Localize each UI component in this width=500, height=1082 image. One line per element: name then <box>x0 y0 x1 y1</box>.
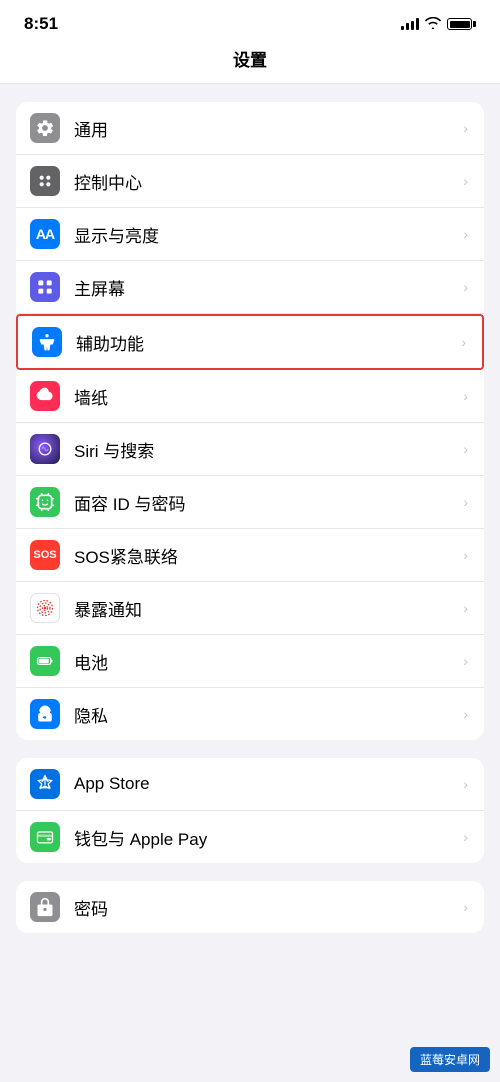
display-chevron: › <box>463 226 468 242</box>
control-center-icon <box>30 166 60 196</box>
password-chevron: › <box>463 899 468 915</box>
faceid-icon <box>30 487 60 517</box>
wallpaper-icon <box>30 381 60 411</box>
apps-settings-section: App Store › 钱包与 Apple Pay › <box>16 758 484 863</box>
settings-item-privacy[interactable]: 隐私 › <box>16 688 484 740</box>
display-icon: AA <box>30 219 60 249</box>
exposure-icon <box>30 593 60 623</box>
signal-icon <box>401 18 419 30</box>
homescreen-icon <box>30 272 60 302</box>
siri-icon <box>30 434 60 464</box>
settings-item-homescreen[interactable]: 主屏幕 › <box>16 261 484 314</box>
settings-item-siri[interactable]: Siri 与搜索 › <box>16 423 484 476</box>
nav-title: 设置 <box>0 42 500 84</box>
settings-item-exposure[interactable]: 暴露通知 › <box>16 582 484 635</box>
appstore-icon <box>30 769 60 799</box>
settings-item-faceid[interactable]: 面容 ID 与密码 › <box>16 476 484 529</box>
faceid-label: 面容 ID 与密码 <box>74 490 459 515</box>
sos-icon: SOS <box>30 540 60 570</box>
siri-label: Siri 与搜索 <box>74 437 459 462</box>
wallpaper-chevron: › <box>463 388 468 404</box>
wallet-label: 钱包与 Apple Pay <box>74 825 459 850</box>
privacy-icon <box>30 699 60 729</box>
homescreen-label: 主屏幕 <box>74 275 459 300</box>
password-label: 密码 <box>74 895 459 920</box>
settings-item-battery[interactable]: 电池 › <box>16 635 484 688</box>
appstore-chevron: › <box>463 776 468 792</box>
settings-item-wallpaper[interactable]: 墙纸 › <box>16 370 484 423</box>
accessibility-label: 辅助功能 <box>76 330 457 355</box>
settings-item-display[interactable]: AA 显示与亮度 › <box>16 208 484 261</box>
status-time: 8:51 <box>24 14 58 34</box>
settings-item-password[interactable]: 密码 › <box>16 881 484 933</box>
general-chevron: › <box>463 120 468 136</box>
battery-chevron: › <box>463 653 468 669</box>
settings-item-accessibility[interactable]: 辅助功能 › <box>16 314 484 370</box>
privacy-chevron: › <box>463 706 468 722</box>
accessibility-chevron: › <box>461 334 466 350</box>
settings-item-general[interactable]: 通用 › <box>16 102 484 155</box>
status-bar: 8:51 <box>0 0 500 42</box>
accessibility-icon <box>32 327 62 357</box>
display-label: 显示与亮度 <box>74 222 459 247</box>
wallet-chevron: › <box>463 829 468 845</box>
battery-settings-icon <box>30 646 60 676</box>
sos-label: SOS紧急联络 <box>74 543 459 568</box>
exposure-label: 暴露通知 <box>74 596 459 621</box>
faceid-chevron: › <box>463 494 468 510</box>
control-center-label: 控制中心 <box>74 169 459 194</box>
homescreen-chevron: › <box>463 279 468 295</box>
settings-item-wallet[interactable]: 钱包与 Apple Pay › <box>16 811 484 863</box>
status-icons <box>401 16 476 32</box>
wallpaper-label: 墙纸 <box>74 384 459 409</box>
settings-item-appstore[interactable]: App Store › <box>16 758 484 811</box>
appstore-label: App Store <box>74 774 459 794</box>
password-icon <box>30 892 60 922</box>
control-center-chevron: › <box>463 173 468 189</box>
siri-chevron: › <box>463 441 468 457</box>
wifi-icon <box>425 16 441 32</box>
settings-item-sos[interactable]: SOS SOS紧急联络 › <box>16 529 484 582</box>
general-label: 通用 <box>74 116 459 141</box>
privacy-label: 隐私 <box>74 702 459 727</box>
password-settings-section: 密码 › <box>16 881 484 933</box>
watermark: 蓝莓安卓网 <box>410 1047 490 1072</box>
sos-chevron: › <box>463 547 468 563</box>
battery-label: 电池 <box>74 649 459 674</box>
wallet-icon <box>30 822 60 852</box>
general-icon <box>30 113 60 143</box>
main-settings-section: 通用 › 控制中心 › AA 显示与亮度 › <box>16 102 484 740</box>
settings-item-control-center[interactable]: 控制中心 › <box>16 155 484 208</box>
battery-icon <box>447 18 476 30</box>
exposure-chevron: › <box>463 600 468 616</box>
